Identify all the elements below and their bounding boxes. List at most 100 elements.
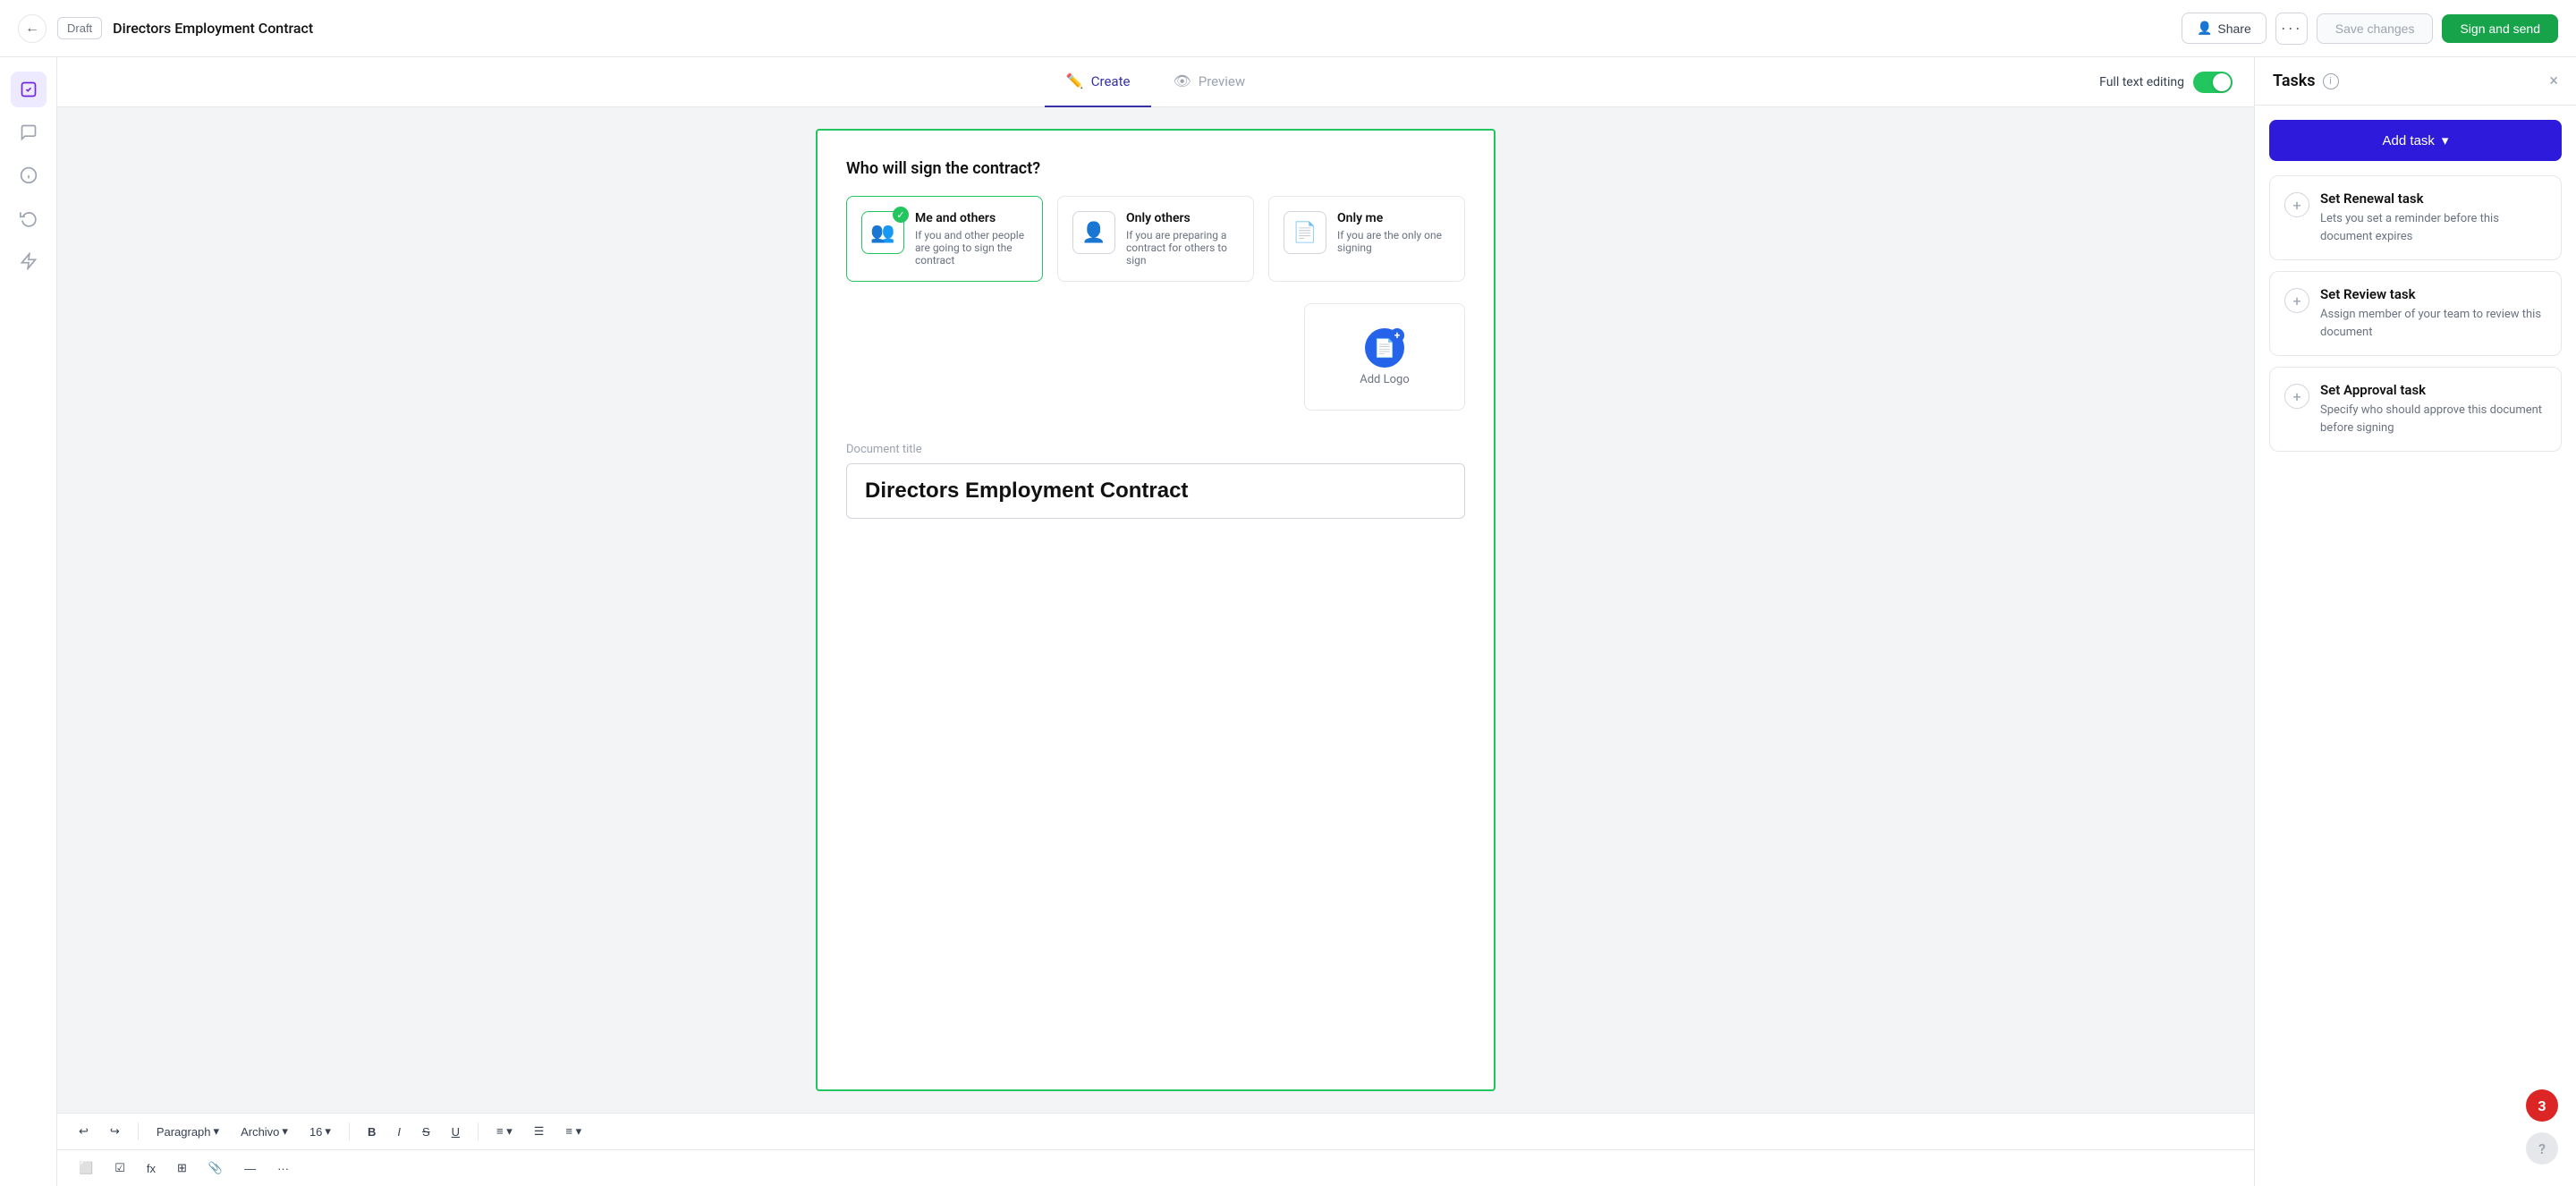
notification-badge[interactable]: 3 — [2526, 1089, 2558, 1122]
task-review-add-icon[interactable]: + — [2284, 288, 2309, 313]
size-label: 16 — [309, 1125, 322, 1139]
tab-preview-label: Preview — [1199, 73, 1245, 89]
full-text-toggle[interactable] — [2193, 72, 2233, 93]
toolbar-attachment-icon[interactable]: 📎 — [201, 1157, 230, 1179]
sidebar-icon-history[interactable] — [11, 200, 47, 236]
draft-badge[interactable]: Draft — [57, 17, 102, 39]
toolbar-separator-2 — [349, 1122, 350, 1140]
add-task-button[interactable]: Add task ▾ — [2269, 120, 2562, 161]
tab-preview[interactable]: 👁 Preview — [1151, 57, 1267, 107]
task-renewal-content: Set Renewal task Lets you set a reminder… — [2320, 191, 2546, 245]
font-label: Archivo — [241, 1125, 279, 1139]
line-spacing-button[interactable]: ≡ ▾ — [558, 1121, 589, 1142]
task-cards: + Set Renewal task Lets you set a remind… — [2255, 175, 2576, 452]
sign-option-only-me[interactable]: 📄 Only me If you are the only one signin… — [1268, 196, 1465, 282]
task-approval-desc: Specify who should approve this document… — [2320, 402, 2546, 436]
task-card-renewal[interactable]: + Set Renewal task Lets you set a remind… — [2269, 175, 2562, 260]
only-me-icon: 📄 — [1284, 211, 1326, 254]
editor-toolbar-2: ⬜ ☑ fx ⊞ 📎 — ··· — [57, 1149, 2254, 1186]
add-task-label: Add task — [2383, 133, 2435, 148]
only-others-icon: 👤 — [1072, 211, 1115, 254]
toolbar-formula-icon[interactable]: fx — [140, 1158, 163, 1179]
task-renewal-add-icon[interactable]: + — [2284, 192, 2309, 217]
sidebar-icon-checkbox[interactable] — [11, 72, 47, 107]
panel-header: Tasks i × — [2255, 57, 2576, 106]
size-selector[interactable]: 16 ▾ — [302, 1121, 338, 1142]
task-review-content: Set Review task Assign member of your te… — [2320, 286, 2546, 341]
main-layout: ✏️ Create 👁 Preview Full text editing Wh… — [0, 57, 2576, 1186]
share-label: Share — [2217, 21, 2250, 36]
only-me-title: Only me — [1337, 211, 1450, 225]
only-others-text: Only others If you are preparing a contr… — [1126, 211, 1239, 267]
logo-plus-icon: + — [1390, 328, 1404, 343]
save-button[interactable]: Save changes — [2317, 13, 2434, 44]
undo-button[interactable]: ↩ — [72, 1121, 96, 1142]
toolbar-divider-icon[interactable]: — — [237, 1158, 263, 1179]
selected-check: ✓ — [893, 207, 909, 223]
sidebar-icon-info[interactable] — [11, 157, 47, 193]
back-button[interactable]: ← — [18, 14, 47, 43]
strikethrough-button[interactable]: S — [415, 1122, 437, 1142]
logo-row: 📄 + Add Logo — [846, 303, 1465, 428]
me-and-others-icon: 👥 ✓ — [861, 211, 904, 254]
paragraph-label: Paragraph — [157, 1125, 211, 1139]
document-title: Directors Employment Contract — [113, 20, 2171, 37]
editor-area: ✏️ Create 👁 Preview Full text editing Wh… — [57, 57, 2254, 1186]
font-selector[interactable]: Archivo ▾ — [233, 1121, 295, 1142]
task-card-review[interactable]: + Set Review task Assign member of your … — [2269, 271, 2562, 356]
panel-title-row: Tasks i — [2273, 72, 2339, 90]
editor-tabs: ✏️ Create 👁 Preview Full text editing — [57, 57, 2254, 107]
bottom-right-area: 3 ? — [2526, 1089, 2558, 1165]
task-review-title: Set Review task — [2320, 286, 2546, 302]
document-canvas: Who will sign the contract? 👥 ✓ Me and o… — [57, 107, 2254, 1113]
toolbar-more-icon[interactable]: ··· — [270, 1158, 296, 1179]
share-button[interactable]: 👤 Share — [2182, 13, 2267, 44]
toolbar-checkbox-icon[interactable]: ☑ — [107, 1157, 132, 1179]
full-text-label: Full text editing — [2099, 75, 2184, 89]
sign-options: 👥 ✓ Me and others If you and other peopl… — [846, 196, 1465, 282]
add-logo-button[interactable]: 📄 + Add Logo — [1360, 328, 1410, 386]
sidebar-icon-comment[interactable] — [11, 114, 47, 150]
bold-button[interactable]: B — [360, 1122, 383, 1142]
help-badge[interactable]: ? — [2526, 1132, 2558, 1165]
size-chevron: ▾ — [325, 1124, 331, 1139]
only-others-title: Only others — [1126, 211, 1239, 225]
sidebar-icon-lightning[interactable] — [11, 243, 47, 279]
right-panel: Tasks i × Add task ▾ + Set Renewal task … — [2254, 57, 2576, 1186]
sign-and-send-button[interactable]: Sign and send — [2442, 14, 2558, 43]
preview-icon: 👁 — [1173, 72, 1191, 89]
sign-option-only-others[interactable]: 👤 Only others If you are preparing a con… — [1057, 196, 1254, 282]
who-sign-heading: Who will sign the contract? — [846, 159, 1465, 178]
panel-info-icon[interactable]: i — [2323, 73, 2339, 89]
document-title-label: Document title — [846, 443, 1465, 456]
font-chevron: ▾ — [282, 1124, 288, 1139]
panel-close-icon[interactable]: × — [2549, 72, 2558, 90]
task-card-approval[interactable]: + Set Approval task Specify who should a… — [2269, 367, 2562, 452]
me-and-others-text: Me and others If you and other people ar… — [915, 211, 1028, 267]
underline-button[interactable]: U — [445, 1122, 467, 1142]
only-others-desc: If you are preparing a contract for othe… — [1126, 229, 1239, 267]
toolbar-table-icon[interactable]: ⊞ — [170, 1157, 194, 1179]
only-me-desc: If you are the only one signing — [1337, 229, 1450, 254]
add-logo-label: Add Logo — [1360, 373, 1410, 386]
tab-create-label: Create — [1091, 73, 1131, 89]
toolbar-separator-1 — [138, 1122, 139, 1140]
italic-button[interactable]: I — [390, 1122, 408, 1142]
list-button[interactable]: ☰ — [527, 1121, 552, 1142]
tab-create[interactable]: ✏️ Create — [1045, 57, 1152, 107]
share-icon: 👤 — [2197, 21, 2212, 36]
redo-button[interactable]: ↪ — [103, 1121, 127, 1142]
align-button[interactable]: ≡ ▾ — [489, 1121, 520, 1142]
toolbar-crop-icon[interactable]: ⬜ — [72, 1157, 100, 1179]
task-approval-add-icon[interactable]: + — [2284, 384, 2309, 409]
document-title-input[interactable] — [846, 463, 1465, 519]
more-button[interactable]: ··· — [2275, 13, 2308, 45]
editor-toolbar: ↩ ↪ Paragraph ▾ Archivo ▾ 16 ▾ B I S U ≡… — [57, 1113, 2254, 1149]
paragraph-chevron: ▾ — [214, 1124, 220, 1139]
me-and-others-title: Me and others — [915, 211, 1028, 225]
task-approval-content: Set Approval task Specify who should app… — [2320, 382, 2546, 436]
paragraph-selector[interactable]: Paragraph ▾ — [149, 1121, 226, 1142]
only-me-text: Only me If you are the only one signing — [1337, 211, 1450, 254]
logo-area[interactable]: 📄 + Add Logo — [1304, 303, 1465, 411]
sign-option-me-and-others[interactable]: 👥 ✓ Me and others If you and other peopl… — [846, 196, 1043, 282]
